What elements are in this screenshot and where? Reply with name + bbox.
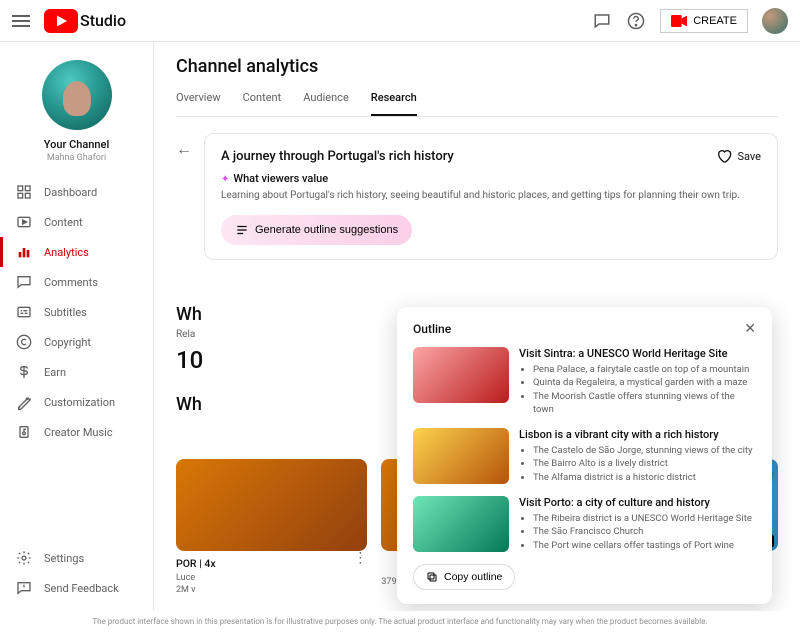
sidebar-item-label: Content xyxy=(44,216,83,229)
card-title: A journey through Portugal's rich histor… xyxy=(221,149,454,164)
outline-panel: Outline ✕ Visit Sintra: a UNESCO World H… xyxy=(397,307,772,604)
sidebar-item-feedback[interactable]: Send Feedback xyxy=(0,573,153,603)
sidebar-item-analytics[interactable]: Analytics xyxy=(0,237,153,267)
wvv-label: ✦What viewers value xyxy=(221,172,761,185)
generate-outline-button[interactable]: Generate outline suggestions xyxy=(221,215,412,245)
content-icon xyxy=(16,214,32,230)
create-video-icon xyxy=(671,15,687,27)
outline-thumb xyxy=(413,496,509,552)
tabs: Overview Content Audience Research xyxy=(176,83,778,117)
tab-research[interactable]: Research xyxy=(371,83,417,116)
page-title: Channel analytics xyxy=(176,56,778,77)
chat-icon[interactable] xyxy=(592,11,612,31)
tab-content[interactable]: Content xyxy=(243,83,282,116)
music-icon xyxy=(16,424,32,440)
sidebar-item-copyright[interactable]: Copyright xyxy=(0,327,153,357)
outline-bullets: Pena Palace, a fairytale castle on top o… xyxy=(519,363,756,416)
sparkle-icon: ✦ xyxy=(221,174,229,185)
copyright-icon xyxy=(16,334,32,350)
sidebar-item-subtitles[interactable]: Subtitles xyxy=(0,297,153,327)
tab-overview[interactable]: Overview xyxy=(176,83,221,116)
video-meta: 2M v xyxy=(176,585,345,595)
sidebar-item-label: Comments xyxy=(44,276,98,289)
outline-heading: Visit Sintra: a UNESCO World Heritage Si… xyxy=(519,347,756,360)
outline-item: Lisbon is a vibrant city with a rich his… xyxy=(413,428,756,484)
outline-thumb xyxy=(413,347,509,403)
sidebar-item-label: Dashboard xyxy=(44,186,97,199)
outline-bullets: The Castelo de São Jorge, stunning views… xyxy=(519,444,756,484)
sidebar-item-comments[interactable]: Comments xyxy=(0,267,153,297)
research-card: A journey through Portugal's rich histor… xyxy=(204,133,778,260)
analytics-icon xyxy=(16,244,32,260)
video-thumb xyxy=(176,459,367,551)
subtitles-icon xyxy=(16,304,32,320)
avatar[interactable] xyxy=(762,8,788,34)
footer-text: The product interface shown in this pres… xyxy=(0,611,800,633)
feedback-icon xyxy=(16,580,32,596)
hamburger-icon[interactable] xyxy=(12,15,30,27)
sidebar: Your Channel Mahna Ghafori Dashboard Con… xyxy=(0,42,154,611)
outline-thumb xyxy=(413,428,509,484)
outline-item: Visit Sintra: a UNESCO World Heritage Si… xyxy=(413,347,756,416)
gear-icon xyxy=(16,550,32,566)
more-icon[interactable]: ⋮ xyxy=(353,551,367,565)
main: Channel analytics Overview Content Audie… xyxy=(154,42,800,611)
tab-audience[interactable]: Audience xyxy=(303,83,349,116)
create-button[interactable]: CREATE xyxy=(660,9,748,33)
header-right: CREATE xyxy=(592,8,788,34)
sidebar-item-earn[interactable]: Earn xyxy=(0,357,153,387)
sidebar-item-label: Copyright xyxy=(44,336,91,349)
back-arrow-icon[interactable]: ← xyxy=(176,139,192,159)
outline-bullets: The Ribeira district is a UNESCO World H… xyxy=(519,512,756,552)
gen-label: Generate outline suggestions xyxy=(255,224,398,236)
sidebar-nav: Dashboard Content Analytics Comments Sub… xyxy=(0,177,153,543)
save-button[interactable]: Save xyxy=(716,148,761,164)
dashboard-icon xyxy=(16,184,32,200)
sidebar-item-label: Analytics xyxy=(44,246,89,259)
outline-heading: Visit Porto: a city of culture and histo… xyxy=(519,496,756,509)
customization-icon xyxy=(16,394,32,410)
help-icon[interactable] xyxy=(626,11,646,31)
comments-icon xyxy=(16,274,32,290)
video-channel: Luce xyxy=(176,573,345,583)
close-icon[interactable]: ✕ xyxy=(744,321,756,337)
sidebar-bottom: Settings Send Feedback xyxy=(0,543,153,611)
video-card[interactable]: POR | 4x Luce 2M v ⋮ xyxy=(176,459,367,596)
sidebar-item-content[interactable]: Content xyxy=(0,207,153,237)
sidebar-item-customization[interactable]: Customization xyxy=(0,387,153,417)
sidebar-item-dashboard[interactable]: Dashboard xyxy=(0,177,153,207)
copy-icon xyxy=(426,571,438,583)
create-label: CREATE xyxy=(693,15,737,27)
sidebar-item-creator-music[interactable]: Creator Music xyxy=(0,417,153,447)
wvv-text: Learning about Portugal's rich history, … xyxy=(221,189,761,203)
sidebar-item-label: Settings xyxy=(44,552,84,565)
logo-text: Studio xyxy=(80,11,126,30)
sidebar-item-settings[interactable]: Settings xyxy=(0,543,153,573)
channel-name: Mahna Ghafori xyxy=(0,153,153,163)
sidebar-item-label: Creator Music xyxy=(44,426,113,439)
studio-logo[interactable]: Studio xyxy=(44,9,126,33)
sidebar-item-label: Subtitles xyxy=(44,306,87,319)
list-icon xyxy=(235,223,249,237)
copy-label: Copy outline xyxy=(444,571,502,583)
save-label: Save xyxy=(737,150,761,163)
channel-photo xyxy=(42,60,112,130)
channel-block[interactable]: Your Channel Mahna Ghafori xyxy=(0,52,153,177)
app-header: Studio CREATE xyxy=(0,0,800,42)
video-title: POR | 4x xyxy=(176,557,345,571)
sidebar-item-label: Send Feedback xyxy=(44,582,119,595)
sidebar-item-label: Customization xyxy=(44,396,115,409)
sidebar-item-label: Earn xyxy=(44,366,66,379)
copy-outline-button[interactable]: Copy outline xyxy=(413,564,515,590)
outline-item: Visit Porto: a city of culture and histo… xyxy=(413,496,756,552)
youtube-icon xyxy=(44,9,78,33)
earn-icon xyxy=(16,364,32,380)
outline-heading: Lisbon is a vibrant city with a rich his… xyxy=(519,428,756,441)
channel-label: Your Channel xyxy=(0,138,153,151)
outline-title: Outline xyxy=(413,322,451,336)
heart-icon xyxy=(716,148,732,164)
